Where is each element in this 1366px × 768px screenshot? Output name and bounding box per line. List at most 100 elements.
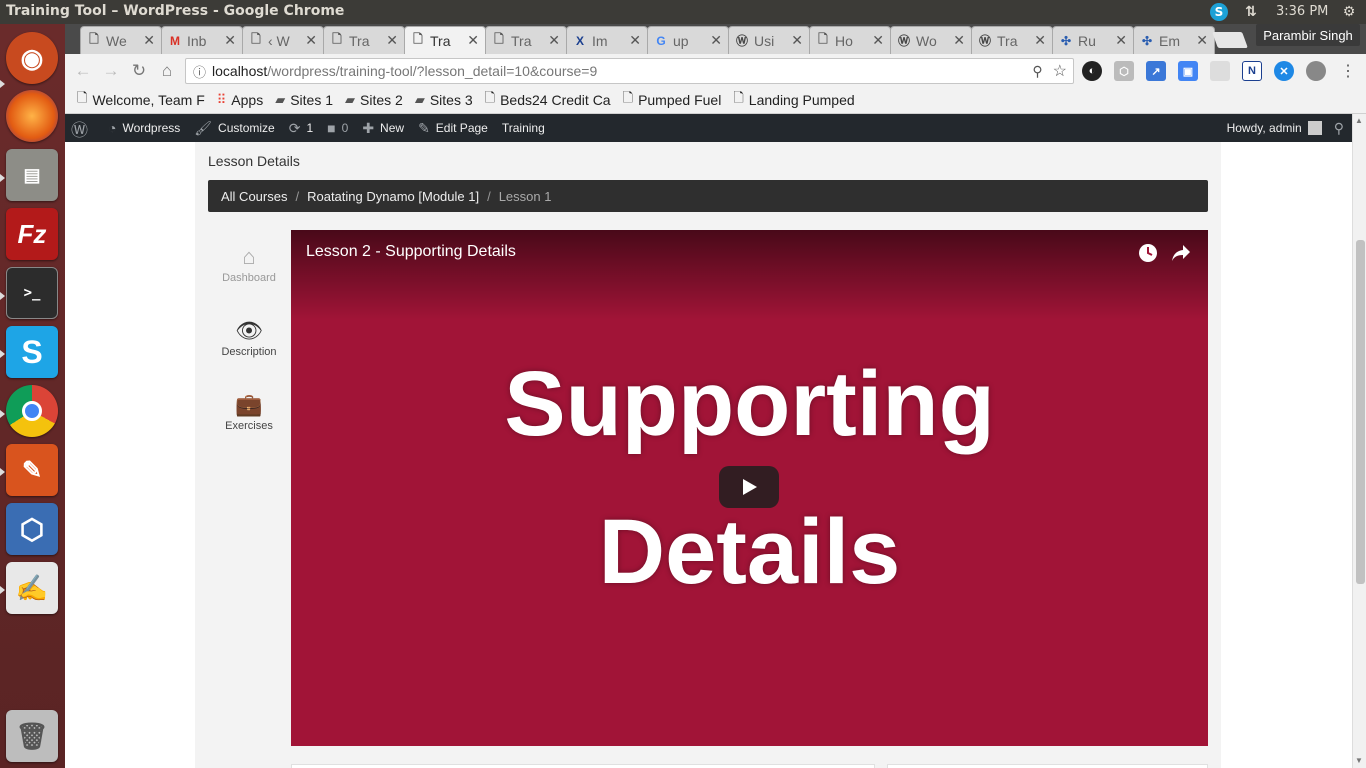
browser-tab[interactable]: M Inb ✕ [161, 26, 243, 54]
text-editor-icon[interactable]: ✍ [6, 562, 58, 614]
firefox-icon[interactable] [6, 90, 58, 142]
back-arrow-icon[interactable]: ← [72, 60, 94, 82]
extension-icon[interactable] [1210, 61, 1230, 81]
play-button[interactable] [719, 466, 779, 508]
virtualbox-icon[interactable]: ⬡ [6, 503, 58, 555]
filezilla-icon[interactable]: Fz [6, 208, 58, 260]
profile-button[interactable]: Parambir Singh [1256, 24, 1360, 46]
bookmark[interactable]: ▰ Sites 2 [345, 92, 403, 108]
close-icon[interactable]: ✕ [953, 32, 965, 49]
settings-gear-icon[interactable]: ⚙ [1340, 3, 1358, 21]
info-icon[interactable]: ⓘ [193, 62, 206, 81]
wp-logo-icon[interactable]: Ⓦ [71, 116, 94, 141]
watch-later-icon[interactable] [1137, 242, 1159, 264]
close-icon[interactable]: ✕ [710, 32, 722, 49]
ubuntu-dash-icon[interactable]: ◉ [6, 32, 58, 84]
bookmark[interactable]: 🗋 Landing Pumped [733, 89, 854, 111]
bookmark[interactable]: ▰ Sites 1 [275, 92, 333, 108]
breadcrumb-link[interactable]: All Courses [221, 189, 287, 204]
forward-arrow-icon[interactable]: → [100, 60, 122, 82]
close-icon[interactable]: ✕ [791, 32, 803, 49]
sidebar-item-dashboard[interactable]: ⌂ Dashboard [208, 244, 290, 284]
wp-edit-page[interactable]: ✎ Edit Page [418, 120, 488, 137]
bookmark[interactable]: 🗋 Pumped Fuel [623, 89, 722, 111]
home-icon[interactable]: ⌂ [156, 60, 178, 82]
brush-icon: 🖌 [194, 119, 213, 136]
network-icon[interactable]: ⇅ [1242, 3, 1260, 21]
wordpress-icon: Ⓦ [978, 34, 991, 48]
browser-tab[interactable]: 🗋 Tra ✕ [485, 26, 567, 54]
url-path: /wordpress/training-tool/?lesson_detail=… [267, 63, 598, 79]
page-scrollbar[interactable]: ▲ ▼ [1352, 114, 1366, 768]
scrollbar-thumb[interactable] [1356, 240, 1365, 584]
new-tab-button[interactable] [1212, 32, 1248, 48]
zoom-icon[interactable]: ⚲ [1032, 63, 1042, 80]
wp-updates[interactable]: ⟳ 1 [289, 120, 313, 137]
files-icon[interactable]: ▤ [6, 149, 58, 201]
extension-icon[interactable]: ◐ [1082, 61, 1102, 81]
sidebar-item-exercises[interactable]: 💼 Exercises [208, 392, 290, 432]
browser-tab[interactable]: X Im ✕ [566, 26, 648, 54]
menu-dots-icon[interactable]: ⋮ [1340, 61, 1356, 81]
close-icon[interactable]: ✕ [1196, 32, 1208, 49]
wp-customize[interactable]: 🖌 Customize [194, 120, 274, 137]
close-icon[interactable]: ✕ [1115, 32, 1127, 49]
wp-new[interactable]: ✚ New [362, 120, 404, 137]
close-icon[interactable]: ✕ [629, 32, 641, 49]
extension-icon[interactable]: ✕ [1274, 61, 1294, 81]
extension-icon[interactable]: ⬡ [1114, 61, 1134, 81]
video-title[interactable]: Lesson 2 - Supporting Details [306, 243, 516, 261]
extension-icon[interactable] [1306, 61, 1326, 81]
bookmark[interactable]: 🗋 Welcome, Team F [77, 89, 205, 111]
chrome-icon[interactable] [6, 385, 58, 437]
browser-tab[interactable]: Ⓦ Wo ✕ [890, 26, 972, 54]
terminal-icon[interactable]: >_ [6, 267, 58, 319]
close-icon[interactable]: ✕ [386, 32, 398, 49]
bookmark[interactable]: ⠿ Apps [217, 92, 263, 108]
scroll-up-arrow-icon[interactable]: ▲ [1355, 116, 1363, 125]
video-player[interactable]: Lesson 2 - Supporting Details Supporting… [291, 230, 1208, 746]
browser-tab[interactable]: 🗋 ‹ W ✕ [242, 26, 324, 54]
reload-icon[interactable]: ↻ [128, 60, 150, 82]
close-icon[interactable]: ✕ [224, 32, 236, 49]
browser-tab[interactable]: ✣ Em ✕ [1133, 26, 1215, 54]
close-icon[interactable]: ✕ [548, 32, 560, 49]
bookmark-label: Sites 1 [290, 91, 334, 108]
scroll-down-arrow-icon[interactable]: ▼ [1355, 756, 1363, 765]
browser-tab[interactable]: 🗋 Ho ✕ [809, 26, 891, 54]
extension-icon[interactable]: N [1242, 61, 1262, 81]
trash-icon[interactable]: 🗑 [6, 710, 58, 762]
sidebar-item-description[interactable]: 👁 Description [208, 318, 290, 358]
clock[interactable]: 3:36 PM [1276, 4, 1328, 19]
wp-site-name[interactable]: ◔ Wordpress [108, 120, 180, 136]
close-icon[interactable]: ✕ [1034, 32, 1046, 49]
extension-icon[interactable]: ▣ [1178, 61, 1198, 81]
wp-training[interactable]: Training [502, 121, 545, 135]
x-logo-icon: X [575, 33, 584, 48]
skype-tray-icon[interactable]: S [1210, 3, 1228, 21]
close-icon[interactable]: ✕ [467, 32, 479, 49]
running-indicator [0, 410, 5, 418]
close-icon[interactable]: ✕ [305, 32, 317, 49]
breadcrumb-link[interactable]: Roatating Dynamo [Module 1] [307, 189, 479, 204]
browser-tab[interactable]: Ⓦ Tra ✕ [971, 26, 1053, 54]
share-icon[interactable] [1170, 242, 1192, 264]
extension-icon[interactable]: ↗ [1146, 61, 1166, 81]
browser-tab[interactable]: 🗋 We ✕ [80, 26, 162, 54]
browser-tab[interactable]: Gup ✕ [647, 26, 729, 54]
browser-tab-active[interactable]: 🗋 Tra ✕ [404, 26, 486, 54]
skype-icon[interactable]: S [6, 326, 58, 378]
bookmark[interactable]: ▰ Sites 3 [415, 92, 473, 108]
address-bar[interactable]: ⓘ localhost/wordpress/training-tool/?les… [185, 58, 1074, 84]
wp-account[interactable]: Howdy, admin [1227, 121, 1322, 135]
close-icon[interactable]: ✕ [143, 32, 155, 49]
browser-tab[interactable]: Ⓦ Usi ✕ [728, 26, 810, 54]
star-icon[interactable]: ☆ [1053, 61, 1067, 81]
bookmark[interactable]: 🗋 Beds24 Credit Ca [485, 89, 611, 111]
search-icon[interactable]: ⚲ [1334, 120, 1344, 137]
close-icon[interactable]: ✕ [872, 32, 884, 49]
browser-tab[interactable]: ✣ Ru ✕ [1052, 26, 1134, 54]
pencil-app-icon[interactable]: ✎ [6, 444, 58, 496]
wp-comments[interactable]: ■ 0 [327, 120, 348, 136]
browser-tab[interactable]: 🗋 Tra ✕ [323, 26, 405, 54]
